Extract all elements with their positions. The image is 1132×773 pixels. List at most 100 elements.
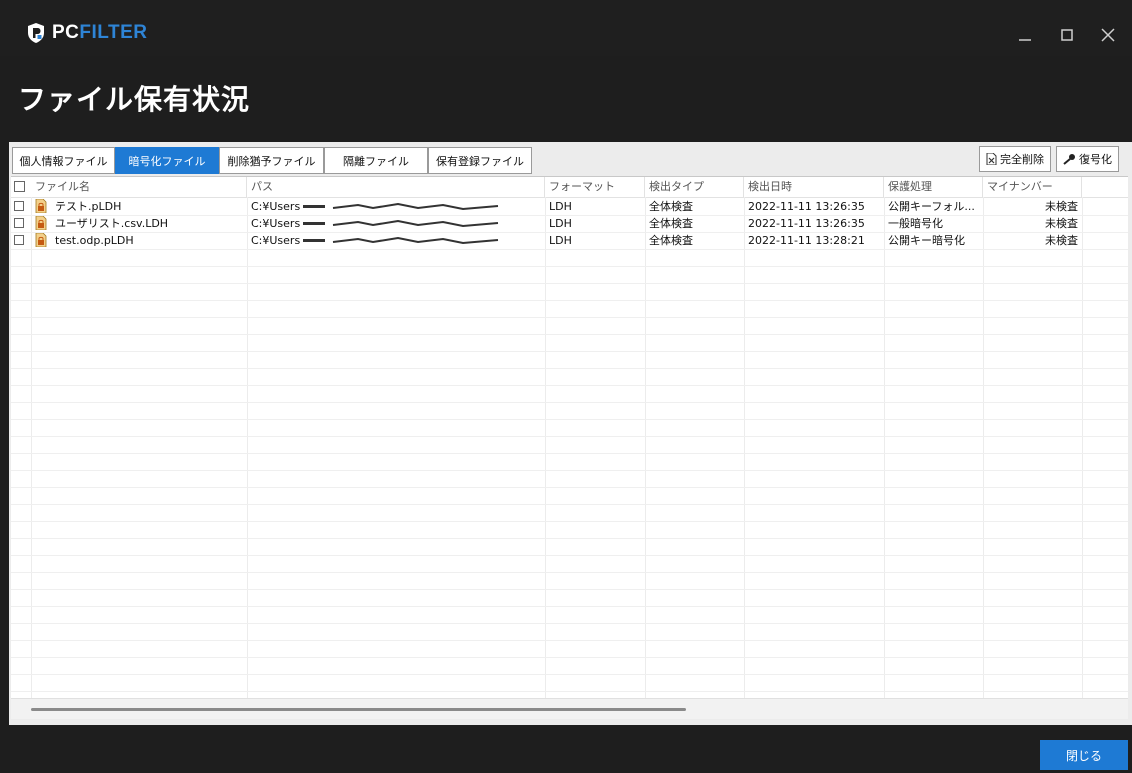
table-row[interactable]: test.odp.pLDH C:¥Users LDH 全体検査 2022-11-…	[11, 232, 1128, 249]
app-logo: PCFILTER	[26, 22, 148, 44]
cell-protection: 公開キーフォル...	[888, 200, 975, 213]
grid-row-line	[11, 436, 1128, 437]
cell-filename: ユーザリスト.csv.LDH	[55, 217, 169, 230]
grid-row-line	[11, 470, 1128, 471]
cell-protection: 公開キー暗号化	[888, 234, 965, 247]
cell-format: LDH	[549, 200, 572, 213]
grid-row-line	[11, 317, 1128, 318]
redacted-path-mark	[303, 203, 499, 211]
column-header-format[interactable]: フォーマット	[545, 177, 645, 197]
cell-detection-datetime: 2022-11-11 13:26:35	[748, 200, 865, 213]
grid-row-line	[11, 487, 1128, 488]
page-title: ファイル保有状況	[18, 83, 251, 116]
column-header-protection[interactable]: 保護処理	[884, 177, 983, 197]
grid-row-line	[11, 589, 1128, 590]
grid-row-line	[11, 300, 1128, 301]
cell-detection-type: 全体検査	[649, 234, 693, 247]
grid-row-line	[11, 453, 1128, 454]
grid-row-line	[11, 351, 1128, 352]
grid-row-line	[11, 283, 1128, 284]
cell-path: C:¥Users	[247, 232, 545, 249]
decrypt-button[interactable]: 復号化	[1056, 146, 1119, 172]
grid-row-line	[11, 402, 1128, 403]
grid-row-line	[11, 606, 1128, 607]
encrypted-file-icon	[35, 233, 47, 247]
grid-row-line	[11, 623, 1128, 624]
minimize-button[interactable]	[1010, 20, 1040, 50]
path-prefix: C:¥Users	[251, 234, 301, 247]
table-row[interactable]: ユーザリスト.csv.LDH C:¥Users LDH 全体検査 2022-11…	[11, 215, 1128, 232]
scrollbar-thumb[interactable]	[31, 708, 686, 711]
cell-detection-datetime: 2022-11-11 13:28:21	[748, 234, 865, 247]
table-header: ファイル名 パス フォーマット 検出タイプ 検出日時 保護処理 マイナンバー	[11, 177, 1128, 198]
grid-row-line	[11, 385, 1128, 386]
redacted-path-mark	[303, 220, 499, 228]
title-bar: PCFILTER	[0, 0, 1132, 56]
grid-row-line	[11, 657, 1128, 658]
grid-row-line	[11, 572, 1128, 573]
tab-encrypted-files[interactable]: 暗号化ファイル	[115, 147, 219, 174]
row-checkbox[interactable]	[14, 218, 24, 228]
row-checkbox[interactable]	[14, 235, 24, 245]
main-panel: 個人情報ファイル 暗号化ファイル 削除猶予ファイル 隔離ファイル 保有登録ファイ…	[9, 142, 1132, 725]
cell-path: C:¥Users	[247, 215, 545, 232]
cell-detection-type: 全体検査	[649, 200, 693, 213]
grid-row-line	[11, 555, 1128, 556]
cell-filename: test.odp.pLDH	[55, 234, 134, 247]
maximize-button[interactable]	[1052, 20, 1082, 50]
grid-row-line	[11, 419, 1128, 420]
column-header-detection-datetime[interactable]: 検出日時	[744, 177, 884, 197]
cell-format: LDH	[549, 234, 572, 247]
close-window-button[interactable]	[1093, 20, 1123, 50]
column-header-detection-type[interactable]: 検出タイプ	[645, 177, 744, 197]
grid-row-line	[11, 521, 1128, 522]
tab-pending-deletion-files[interactable]: 削除猶予ファイル	[219, 147, 324, 174]
encrypted-file-icon	[35, 199, 47, 213]
cell-path: C:¥Users	[247, 198, 545, 215]
pcfilter-shield-icon	[28, 23, 44, 43]
grid-row-line	[11, 266, 1128, 267]
column-header-path[interactable]: パス	[247, 177, 545, 197]
decrypt-label: 復号化	[1079, 153, 1112, 166]
grid-row-line	[11, 504, 1128, 505]
tab-registered-files[interactable]: 保有登録ファイル	[428, 147, 532, 174]
permanent-delete-button[interactable]: 完全削除	[979, 146, 1051, 172]
grid-row-line	[11, 691, 1128, 692]
logo-text-filter: FILTER	[79, 22, 148, 43]
permanent-delete-label: 完全削除	[1000, 153, 1044, 166]
tab-personal-info-files[interactable]: 個人情報ファイル	[12, 147, 115, 174]
encrypted-file-icon	[35, 216, 47, 230]
path-prefix: C:¥Users	[251, 217, 301, 230]
key-icon	[1063, 154, 1075, 165]
grid-row-line	[11, 640, 1128, 641]
cell-format: LDH	[549, 217, 572, 230]
tab-quarantined-files[interactable]: 隔離ファイル	[324, 147, 428, 174]
close-icon	[1101, 28, 1115, 42]
logo-text-pc: PC	[52, 22, 80, 43]
select-all-checkbox[interactable]	[14, 181, 25, 192]
grid-row-line	[11, 368, 1128, 369]
maximize-icon	[1061, 29, 1073, 41]
column-header-mynumber[interactable]: マイナンバー	[983, 177, 1082, 197]
cell-detection-type: 全体検査	[649, 217, 693, 230]
grid-row-line	[11, 674, 1128, 675]
cell-mynumber: 未検査	[1045, 234, 1078, 247]
horizontal-scrollbar[interactable]	[11, 698, 1128, 719]
cell-protection: 一般暗号化	[888, 217, 943, 230]
row-checkbox[interactable]	[14, 201, 24, 211]
cell-mynumber: 未検査	[1045, 217, 1078, 230]
path-prefix: C:¥Users	[251, 200, 301, 213]
grid-row-line	[11, 249, 1128, 250]
minimize-icon	[1019, 39, 1031, 41]
cell-filename: テスト.pLDH	[55, 200, 122, 213]
table-row[interactable]: テスト.pLDH C:¥Users LDH 全体検査 2022-11-11 13…	[11, 198, 1128, 215]
redacted-path-mark	[303, 237, 499, 245]
cell-mynumber: 未検査	[1045, 200, 1078, 213]
cell-detection-datetime: 2022-11-11 13:26:35	[748, 217, 865, 230]
grid-row-line	[11, 334, 1128, 335]
column-header-filename[interactable]: ファイル名	[31, 177, 247, 197]
grid-row-line	[11, 538, 1128, 539]
close-button[interactable]: 閉じる	[1040, 740, 1128, 770]
document-delete-icon	[986, 153, 997, 165]
file-table: ファイル名 パス フォーマット 検出タイプ 検出日時 保護処理 マイナンバー テ…	[11, 176, 1128, 719]
